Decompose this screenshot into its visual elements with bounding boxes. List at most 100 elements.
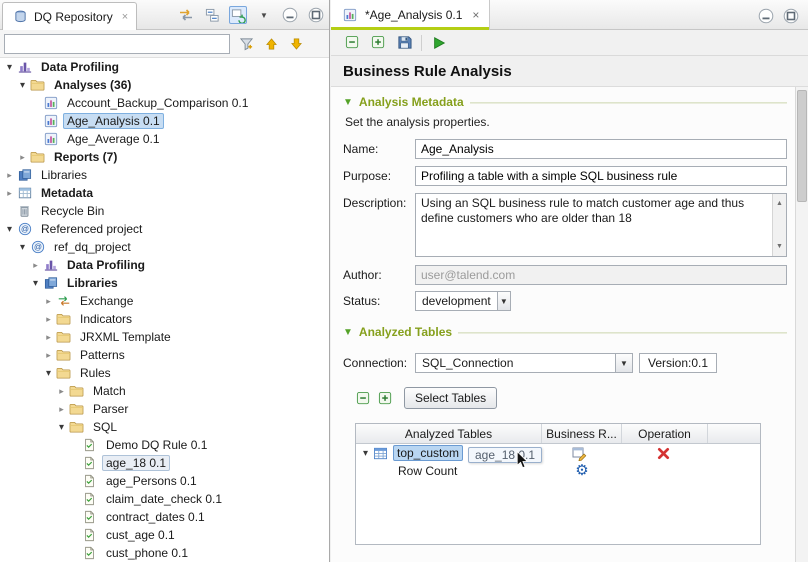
- tree-item-sql[interactable]: ▾SQL: [0, 418, 329, 436]
- status-dropdown[interactable]: development ▼: [415, 291, 511, 311]
- tree-item-rules[interactable]: ▾Rules: [0, 364, 329, 382]
- tree-item-label: Match: [89, 383, 130, 399]
- tree-item-ref-dq-project[interactable]: ▾@ref_dq_project: [0, 238, 329, 256]
- tree-item-parser[interactable]: ▸Parser: [0, 400, 329, 418]
- tree-item-patterns[interactable]: ▸Patterns: [0, 346, 329, 364]
- section-analyzed-tables[interactable]: ▼ Analyzed Tables: [343, 325, 787, 339]
- table-row[interactable]: ▾ top_custom: [356, 444, 760, 462]
- expand-table-icon[interactable]: [377, 390, 394, 407]
- chevron-down-icon[interactable]: ▼: [615, 354, 632, 372]
- tree-item-jrxml-template[interactable]: ▸JRXML Template: [0, 328, 329, 346]
- tree-collapsed-arrow-icon[interactable]: ▸: [3, 170, 16, 181]
- tree-item-label: Indicators: [76, 311, 136, 327]
- tree-item-reports-7[interactable]: ▸Reports (7): [0, 148, 329, 166]
- tree-item-metadata[interactable]: ▸Metadata: [0, 184, 329, 202]
- run-icon[interactable]: [430, 34, 448, 52]
- tree-collapsed-arrow-icon[interactable]: ▸: [42, 332, 55, 343]
- purpose-field[interactable]: [415, 166, 787, 186]
- tree-expanded-arrow-icon[interactable]: ▾: [3, 224, 16, 235]
- tree-expanded-arrow-icon[interactable]: ▾: [16, 80, 29, 91]
- tree-item-claim-date-check-0-1[interactable]: claim_date_check 0.1: [0, 490, 329, 508]
- tree-item-demo-dq-rule-0-1[interactable]: Demo DQ Rule 0.1: [0, 436, 329, 454]
- filter-input[interactable]: [4, 34, 230, 54]
- tree-item-referenced-project[interactable]: ▾@Referenced project: [0, 220, 329, 238]
- tree-item-exchange[interactable]: ▸Exchange: [0, 292, 329, 310]
- collapse-sections-icon[interactable]: [343, 34, 361, 52]
- tree-collapsed-arrow-icon[interactable]: ▸: [55, 404, 68, 415]
- tree-item-age-analysis-0-1[interactable]: Age_Analysis 0.1: [0, 112, 329, 130]
- tree-collapsed-arrow-icon[interactable]: ▸: [42, 350, 55, 361]
- tree-item-libraries[interactable]: ▾ Libraries: [0, 274, 329, 292]
- profiling-icon: [42, 257, 59, 273]
- close-icon[interactable]: ×: [122, 11, 128, 23]
- link-with-editor-icon[interactable]: [177, 6, 195, 24]
- tree-collapsed-arrow-icon[interactable]: ▸: [42, 314, 55, 325]
- tree-collapsed-arrow-icon[interactable]: ▸: [3, 188, 16, 199]
- tree-item-account-backup-comparison-0-1[interactable]: Account_Backup_Comparison 0.1: [0, 94, 329, 112]
- collapse-table-icon[interactable]: [355, 390, 372, 407]
- move-down-icon[interactable]: [287, 35, 305, 53]
- sync-with-editor-icon[interactable]: [229, 6, 247, 24]
- filter-funnel-icon[interactable]: [237, 35, 255, 53]
- tree-expanded-arrow-icon[interactable]: ▾: [55, 422, 68, 433]
- tree-item-data-profiling[interactable]: ▾Data Profiling: [0, 58, 329, 76]
- tree-item-age-18-0-1[interactable]: age_18 0.1: [0, 454, 329, 472]
- tree-collapsed-arrow-icon[interactable]: ▸: [42, 296, 55, 307]
- gear-icon[interactable]: ⚙: [575, 464, 588, 478]
- close-icon[interactable]: ×: [472, 8, 479, 22]
- view-menu-icon[interactable]: ▼: [255, 6, 273, 24]
- section-collapse-icon[interactable]: ▼: [343, 327, 353, 338]
- tree-item-cust-phone-0-1[interactable]: cust_phone 0.1: [0, 544, 329, 562]
- tab-age-analysis[interactable]: *Age_Analysis 0.1 ×: [331, 0, 490, 30]
- section-analysis-metadata[interactable]: ▼ Analysis Metadata: [343, 95, 787, 109]
- tree-item-recycle-bin[interactable]: Recycle Bin: [0, 202, 329, 220]
- analyzed-table-name[interactable]: top_custom: [393, 445, 463, 461]
- minimize-icon[interactable]: [757, 7, 775, 25]
- tree-item-label: Libraries: [63, 275, 122, 291]
- tree-item-contract-dates-0-1[interactable]: contract_dates 0.1: [0, 508, 329, 526]
- tree-item-match[interactable]: ▸ Match: [0, 382, 329, 400]
- move-up-icon[interactable]: [262, 35, 280, 53]
- section-collapse-icon[interactable]: ▼: [343, 97, 353, 108]
- tree-item-data-profiling[interactable]: ▸Data Profiling: [0, 256, 329, 274]
- chevron-down-icon[interactable]: ▼: [497, 292, 510, 310]
- tree-item-age-average-0-1[interactable]: Age_Average 0.1: [0, 130, 329, 148]
- tree-expanded-arrow-icon[interactable]: ▾: [3, 62, 16, 73]
- scrollbar-thumb[interactable]: [797, 90, 807, 202]
- select-tables-button[interactable]: Select Tables: [404, 387, 497, 409]
- table-row[interactable]: Row Count ⚙: [356, 462, 760, 480]
- analyzed-tables-table: Analyzed Tables Business R... Operation …: [355, 423, 761, 545]
- tree-item-analyses-36[interactable]: ▾Analyses (36): [0, 76, 329, 94]
- tree-item-libraries[interactable]: ▸Libraries: [0, 166, 329, 184]
- connection-dropdown[interactable]: SQL_Connection ▼: [415, 353, 633, 373]
- tree-expanded-arrow-icon[interactable]: ▾: [16, 242, 29, 253]
- tree-expanded-arrow-icon[interactable]: ▾: [29, 278, 42, 289]
- collapse-all-icon[interactable]: [203, 6, 221, 24]
- tab-dq-repository[interactable]: DQ Repository ×: [2, 2, 137, 30]
- description-field[interactable]: Using an SQL business rule to match cust…: [415, 193, 787, 257]
- maximize-icon[interactable]: [782, 7, 800, 25]
- tree-item-indicators[interactable]: ▸ Indicators: [0, 310, 329, 328]
- delete-icon[interactable]: [655, 445, 672, 461]
- tree-collapsed-arrow-icon[interactable]: ▸: [29, 260, 42, 271]
- trash-icon: [16, 203, 33, 219]
- tree-expanded-arrow-icon[interactable]: ▾: [359, 448, 372, 459]
- tree-expanded-arrow-icon[interactable]: ▾: [42, 368, 55, 379]
- business-rule-icon[interactable]: [572, 445, 589, 461]
- table-column-header[interactable]: Analyzed Tables: [356, 424, 542, 443]
- tree-item-cust-age-0-1[interactable]: cust_age 0.1: [0, 526, 329, 544]
- tree-collapsed-arrow-icon[interactable]: ▸: [55, 386, 68, 397]
- tree-item-label: Age_Average 0.1: [63, 131, 164, 147]
- tree-collapsed-arrow-icon[interactable]: ▸: [16, 152, 29, 163]
- maximize-icon[interactable]: [307, 6, 325, 24]
- textarea-scrollbar[interactable]: ▲▼: [772, 194, 786, 256]
- editor-tab-label: *Age_Analysis 0.1: [365, 8, 462, 22]
- minimize-icon[interactable]: [281, 6, 299, 24]
- table-column-header[interactable]: Operation: [622, 424, 708, 443]
- expand-sections-icon[interactable]: [369, 34, 387, 52]
- tree-item-age-persons-0-1[interactable]: age_Persons 0.1: [0, 472, 329, 490]
- tree-item-label: cust_phone 0.1: [102, 545, 192, 561]
- name-field[interactable]: [415, 139, 787, 159]
- table-column-header[interactable]: Business R...: [542, 424, 622, 443]
- save-icon[interactable]: [395, 34, 413, 52]
